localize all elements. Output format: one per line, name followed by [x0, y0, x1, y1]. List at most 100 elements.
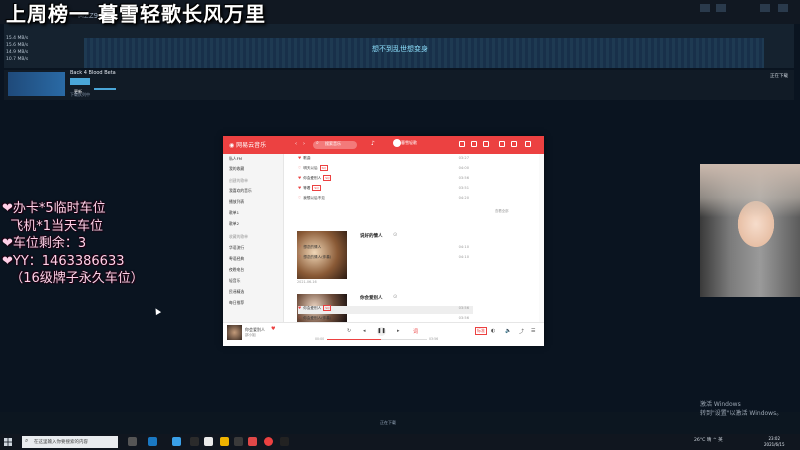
song-row[interactable]: ♡ 我想以后不见 04:20: [298, 196, 473, 204]
song-title: 等着: [303, 186, 311, 190]
song-title: 你会爱别人(伴奏): [303, 316, 332, 320]
sq-badge: SQ: [319, 165, 328, 171]
maximize-icon[interactable]: [716, 4, 726, 12]
sidebar-item[interactable]: 夜晚电台: [229, 267, 244, 273]
overlay-line: ❤车位剩余：3: [2, 236, 87, 251]
user-name[interactable]: 暮雪轻歌: [401, 140, 417, 146]
activation-watermark: 激活 Windows 转到"设置"以激活 Windows。: [700, 400, 782, 418]
stat-speed: 14.9 MB/s: [6, 50, 29, 55]
minimize-icon[interactable]: [499, 141, 505, 147]
play-all-icon[interactable]: ⊙: [393, 294, 397, 300]
restore-icon[interactable]: [760, 4, 770, 12]
steam-icon[interactable]: [190, 437, 199, 446]
netease-music-icon[interactable]: [264, 437, 273, 446]
downloads-label: 正在下载: [770, 74, 788, 79]
sidebar-item[interactable]: 粤语经典: [229, 256, 244, 262]
update-button[interactable]: 更新: [70, 78, 90, 94]
now-playing-artist[interactable]: 邵小姐: [245, 333, 256, 338]
heart-icon[interactable]: ♡: [298, 316, 301, 320]
song-title: 想念的情人(伴奏): [303, 255, 332, 259]
song-row[interactable]: ♡ 明天以后 SQ 04:00: [298, 165, 473, 174]
sidebar-item[interactable]: 我的收藏: [229, 166, 244, 172]
maximize-icon[interactable]: [511, 141, 517, 147]
app-icon[interactable]: [148, 437, 157, 446]
lyrics-icon[interactable]: 词: [413, 328, 418, 335]
mail-icon[interactable]: [483, 141, 489, 147]
time-total: 03:56: [429, 337, 439, 341]
sq-badge: SQ: [312, 185, 321, 191]
close-icon[interactable]: [778, 4, 788, 12]
song-title: 歌曲: [303, 156, 311, 160]
like-icon[interactable]: ♥: [271, 326, 275, 332]
search-icon: ⌕: [316, 140, 319, 146]
song-row-active[interactable]: ♥ 你会爱别人 SQ 03:56: [298, 305, 473, 314]
song-duration: 03:56: [458, 306, 469, 310]
heart-icon[interactable]: ♥: [298, 176, 301, 180]
app-icon[interactable]: [172, 437, 181, 446]
settings-icon[interactable]: [471, 141, 477, 147]
taskbar-search-placeholder: 在这里输入你要搜索的内容: [34, 440, 88, 445]
game-name: Back 4 Blood Beta: [70, 70, 116, 76]
sidebar-item[interactable]: 我喜欢的音乐: [229, 188, 252, 194]
taskbar-clock[interactable]: 23:02 2021/6/15: [764, 436, 785, 448]
sidebar-item[interactable]: 私人FM: [229, 156, 242, 162]
song-row[interactable]: ♥ 你会爱别人 SQ 03:56: [298, 175, 473, 184]
system-tray[interactable]: 26°C 晴 ^ 英: [694, 437, 723, 443]
album-title[interactable]: 你会爱别人: [360, 295, 383, 301]
sidebar-section-header: 收藏的歌单: [229, 234, 248, 239]
avatar[interactable]: [393, 139, 401, 147]
song-duration: 03:27: [458, 156, 469, 160]
sidebar-item[interactable]: 轻音乐: [229, 278, 240, 284]
app-logo[interactable]: ◉ 网易云音乐: [229, 140, 266, 149]
song-row[interactable]: ♡ 想念的情人 04:10: [298, 245, 473, 253]
folder-icon[interactable]: [220, 437, 229, 446]
volume-icon[interactable]: 🔈: [505, 328, 511, 334]
song-row[interactable]: ♥ 等着 SQ 03:51: [298, 185, 473, 194]
share-icon[interactable]: ⤴: [519, 328, 524, 335]
sidebar-item[interactable]: 民谣精选: [229, 289, 244, 295]
task-view-icon[interactable]: [128, 437, 137, 446]
sq-badge: SQ: [323, 175, 332, 181]
song-row[interactable]: ♡ 想念的情人(伴奏) 04:10: [298, 255, 473, 263]
album-title[interactable]: 说好的情人: [360, 233, 383, 239]
mic-icon[interactable]: ♪: [371, 140, 375, 147]
heart-icon[interactable]: ♥: [298, 186, 301, 190]
sidebar-item[interactable]: 歌单2: [229, 221, 239, 227]
view-all-link[interactable]: 查看全部: [495, 208, 509, 213]
heart-icon[interactable]: ♡: [298, 255, 301, 259]
stream-title: 上周榜一 暮雪轻歌长风万里: [6, 2, 266, 26]
loop-icon[interactable]: ↻: [347, 328, 351, 334]
heart-icon[interactable]: ♡: [298, 166, 301, 170]
skin-icon[interactable]: [459, 141, 465, 147]
close-icon[interactable]: [525, 141, 531, 147]
song-duration: 04:00: [458, 166, 469, 170]
song-row[interactable]: ♥ 歌曲 03:27: [298, 156, 473, 164]
sidebar-item[interactable]: 每日推荐: [229, 300, 244, 306]
sidebar-item[interactable]: 播放列表: [229, 199, 244, 205]
previous-icon[interactable]: ◂: [363, 328, 366, 334]
windows-start-icon[interactable]: [4, 438, 12, 446]
music-app-window: ◉ 网易云音乐 ‹ › ⌕ 搜索音乐 ♪ 暮雪轻歌 私人FM 我的收藏 创建的歌…: [223, 136, 544, 346]
back-icon[interactable]: ‹: [295, 141, 297, 147]
heart-icon[interactable]: ♥: [298, 306, 301, 310]
song-title: 想念的情人: [303, 245, 322, 249]
app-icon[interactable]: [248, 437, 257, 446]
sidebar-item[interactable]: 歌单1: [229, 210, 239, 216]
play-all-icon[interactable]: ⊙: [393, 232, 397, 238]
quality-badge[interactable]: 标准: [475, 327, 487, 335]
now-playing-cover[interactable]: [227, 325, 242, 340]
app-icon[interactable]: [280, 437, 289, 446]
pause-button[interactable]: ❚❚: [377, 327, 386, 336]
minimize-icon[interactable]: [700, 4, 710, 12]
next-icon[interactable]: ▸: [397, 328, 400, 334]
heart-icon[interactable]: ♡: [298, 196, 301, 200]
forward-icon[interactable]: ›: [303, 141, 305, 147]
app-icon[interactable]: [234, 437, 243, 446]
sidebar-item[interactable]: 华语流行: [229, 245, 244, 251]
playlist-icon[interactable]: ☰: [531, 328, 535, 334]
app-icon[interactable]: [204, 437, 213, 446]
sound-effect-icon[interactable]: ◐: [491, 328, 495, 334]
heart-icon[interactable]: ♥: [298, 156, 301, 160]
heart-icon[interactable]: ♡: [298, 245, 301, 249]
download-item-row[interactable]: [4, 70, 794, 100]
